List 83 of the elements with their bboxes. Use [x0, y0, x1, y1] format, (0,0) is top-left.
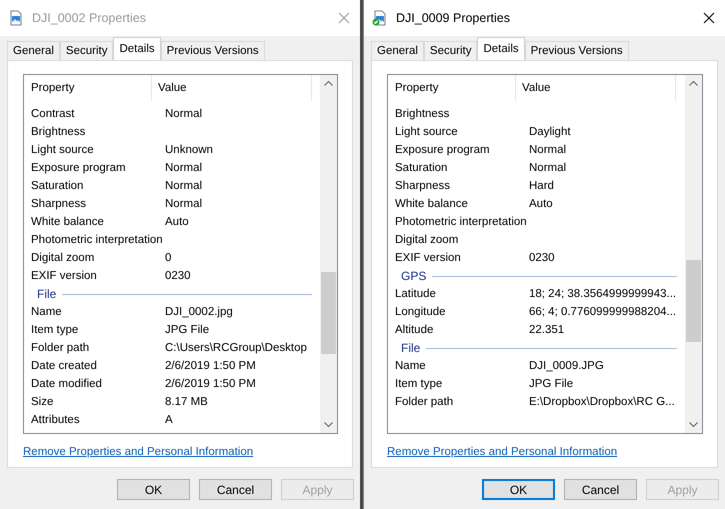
- property-name: White balance: [30, 216, 105, 228]
- tab[interactable]: General: [7, 41, 60, 60]
- group-header: GPS: [401, 269, 428, 283]
- property-name: Brightness: [394, 108, 450, 120]
- property-name: Item type: [394, 378, 444, 390]
- property-value: Hard: [528, 180, 555, 192]
- tab[interactable]: Previous Versions: [160, 41, 265, 60]
- close-icon[interactable]: [703, 12, 715, 24]
- property-name: Sharpness: [394, 180, 451, 192]
- tab[interactable]: General: [371, 41, 424, 60]
- window-title: DJI_0009 Properties: [396, 11, 511, 25]
- property-value: JPG File: [164, 324, 210, 336]
- column-header[interactable]: Property: [388, 75, 516, 101]
- column-header[interactable]: Property: [24, 75, 152, 101]
- scrollbar-thumb[interactable]: [686, 260, 701, 342]
- group-header: File: [37, 287, 58, 301]
- group-header: File: [401, 341, 422, 355]
- property-name: EXIF version: [394, 252, 462, 264]
- property-value: DJI_0002.jpg: [164, 306, 234, 318]
- property-value: Normal: [528, 144, 568, 156]
- tab[interactable]: Security: [60, 41, 114, 60]
- property-value: 2/6/2019 1:50 PM: [164, 360, 257, 372]
- remove-properties-link[interactable]: Remove Properties and Personal Information: [23, 446, 254, 458]
- property-name: White balance: [394, 198, 469, 210]
- property-name: Latitude: [394, 288, 437, 300]
- property-value: DJI_0009.JPG: [528, 360, 605, 372]
- property-name: Folder path: [30, 342, 90, 354]
- property-value: 18; 24; 38.3564999999943...: [528, 288, 678, 300]
- property-value: C:\Users\RCGroup\Desktop: [164, 342, 308, 354]
- property-value: Normal: [164, 198, 204, 210]
- property-name: Altitude: [394, 324, 434, 336]
- property-value: Normal: [164, 162, 204, 174]
- property-name: Folder path: [394, 396, 454, 408]
- property-value: Unknown: [164, 144, 214, 156]
- property-name: Longitude: [394, 306, 447, 318]
- tab[interactable]: Previous Versions: [524, 41, 629, 60]
- property-value: 0230: [164, 270, 192, 282]
- property-name: Name: [394, 360, 427, 372]
- scrollbar-thumb[interactable]: [321, 272, 336, 354]
- property-value: Auto: [164, 216, 190, 228]
- property-value: Normal: [528, 162, 568, 174]
- dialog-button[interactable]: Cancel: [199, 479, 272, 500]
- window-title: DJI_0002 Properties: [32, 11, 147, 25]
- property-name: Saturation: [394, 162, 448, 174]
- property-name: Item type: [30, 324, 80, 336]
- dialog-button[interactable]: Cancel: [564, 479, 637, 500]
- remove-properties-link[interactable]: Remove Properties and Personal Information: [387, 446, 618, 458]
- property-name: Sharpness: [30, 198, 87, 210]
- property-name: Light source: [30, 144, 95, 156]
- property-name: Attributes: [30, 414, 81, 426]
- tab[interactable]: Security: [424, 41, 478, 60]
- property-name: Saturation: [30, 180, 84, 192]
- tab[interactable]: Details: [113, 37, 161, 60]
- property-value: A: [164, 414, 174, 426]
- column-header[interactable]: Value: [516, 75, 676, 101]
- property-value: E:\Dropbox\Dropbox\RC G...: [528, 396, 676, 408]
- property-name: Date created: [30, 360, 98, 372]
- property-value: Normal: [164, 180, 204, 192]
- property-value: 66; 4; 0.776099999988204...: [528, 306, 678, 318]
- property-name: Size: [30, 396, 54, 408]
- property-value: JPG File: [528, 378, 574, 390]
- property-name: Exposure program: [394, 144, 491, 156]
- property-value: Normal: [164, 108, 204, 120]
- property-value: 0: [164, 252, 172, 264]
- property-name: Exposure program: [30, 162, 127, 174]
- dialog-button[interactable]: OK: [482, 479, 555, 500]
- property-value: Daylight: [528, 126, 572, 138]
- dialog-button[interactable]: OK: [117, 479, 190, 500]
- property-value: 8.17 MB: [164, 396, 209, 408]
- property-value: 2/6/2019 1:50 PM: [164, 378, 257, 390]
- property-name: Digital zoom: [394, 234, 460, 246]
- property-value: 22.351: [528, 324, 566, 336]
- property-name: Contrast: [30, 108, 76, 120]
- tab[interactable]: Details: [477, 37, 525, 60]
- property-value: 0230: [528, 252, 556, 264]
- property-name: Name: [30, 306, 63, 318]
- property-name: Brightness: [30, 126, 86, 138]
- property-name: Light source: [394, 126, 459, 138]
- property-name: Date modified: [30, 378, 103, 390]
- property-name: Digital zoom: [30, 252, 96, 264]
- property-value: Auto: [528, 198, 554, 210]
- column-header[interactable]: Value: [152, 75, 312, 101]
- property-name: EXIF version: [30, 270, 98, 282]
